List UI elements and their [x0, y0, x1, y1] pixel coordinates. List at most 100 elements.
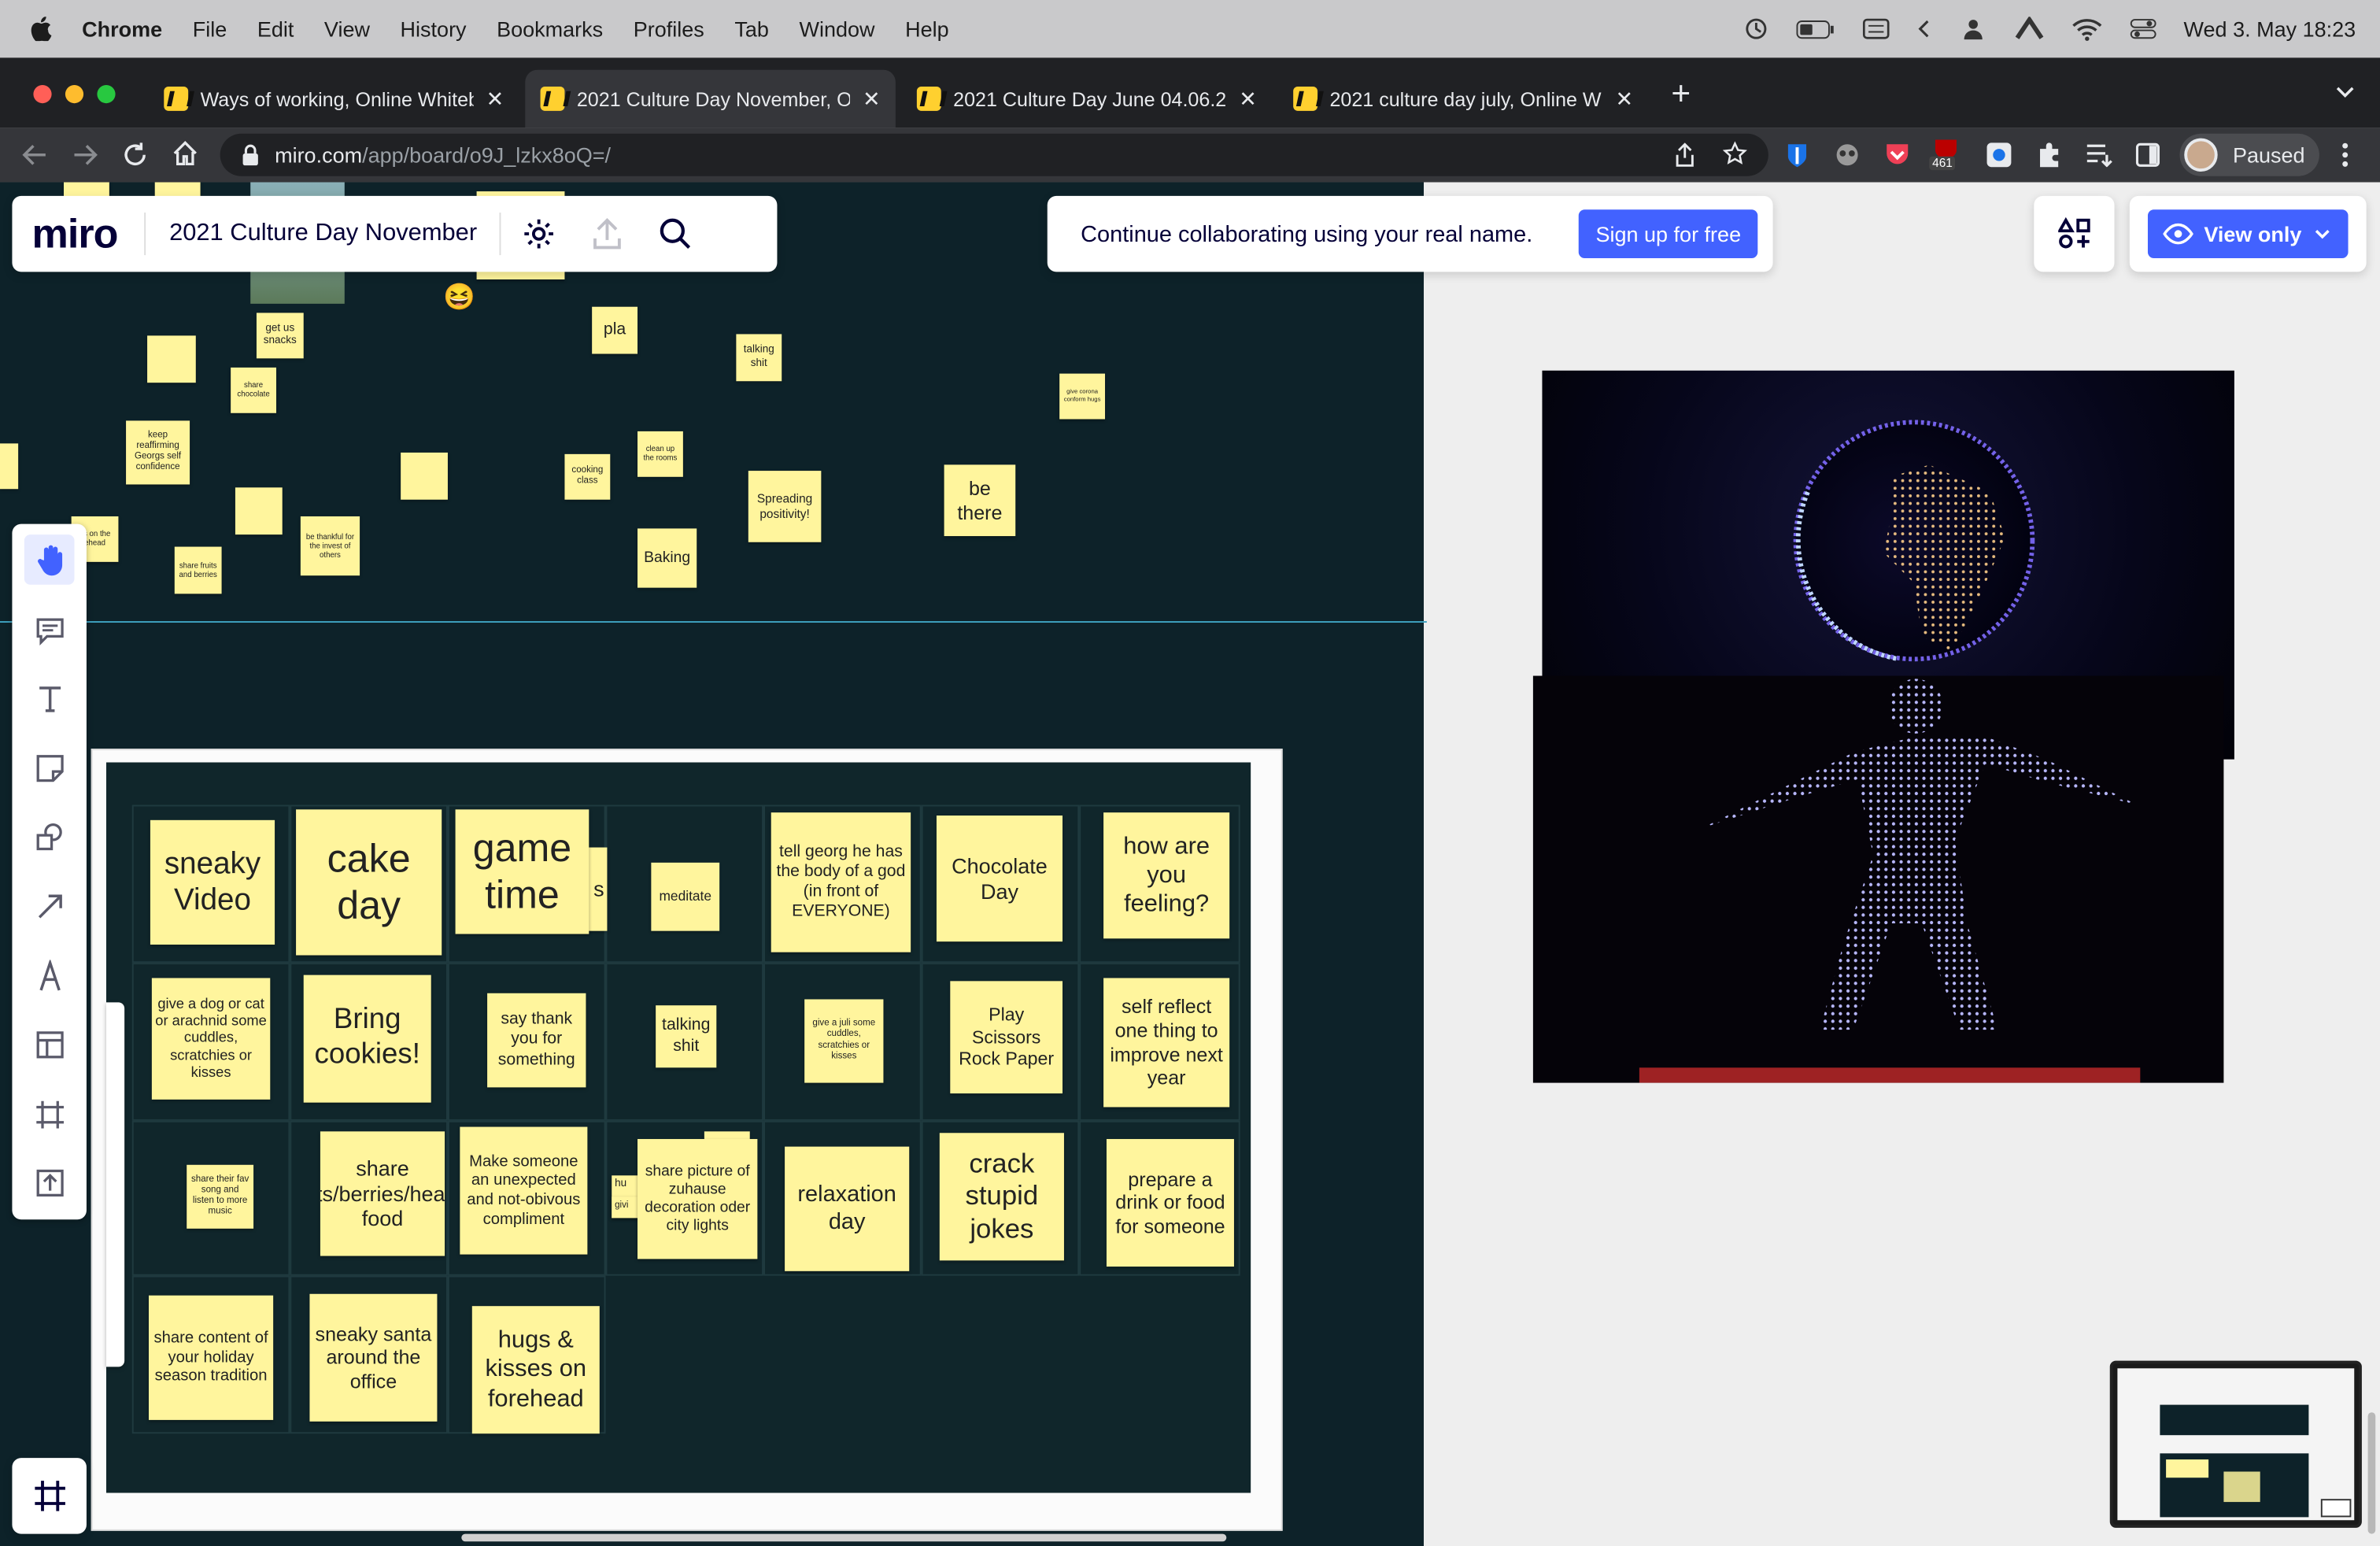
reading-list-icon[interactable] [2086, 142, 2113, 168]
search-icon[interactable] [660, 217, 693, 250]
sticky-note-partial[interactable]: givi [612, 1196, 639, 1219]
sticky-note[interactable]: talking shit [736, 334, 782, 382]
extensions-puzzle-icon[interactable] [2035, 141, 2063, 168]
menu-profiles[interactable]: Profiles [634, 17, 704, 41]
sticky-note[interactable]: pla [592, 306, 638, 354]
side-panel-icon[interactable] [2135, 142, 2160, 167]
sticky-note[interactable]: Spreading positivity! [748, 471, 822, 542]
frames-button[interactable] [12, 1458, 87, 1534]
menu-view[interactable]: View [324, 17, 370, 41]
view-only-button[interactable]: View only [2147, 209, 2349, 258]
sticky-note[interactable]: game time [455, 809, 589, 934]
sticky-note[interactable]: give corona conform hugs [1059, 373, 1106, 420]
sticky-note[interactable]: share picture of zuhause decoration oder… [638, 1138, 758, 1259]
hand-tool-button[interactable] [24, 534, 75, 585]
battery-icon[interactable] [1795, 19, 1835, 39]
tab-close-icon[interactable]: ✕ [863, 86, 881, 112]
bookmark-star-icon[interactable] [1722, 141, 1747, 165]
sticky-note[interactable]: tell georg he has the body of a god (in … [771, 812, 911, 952]
wifi-icon[interactable] [2071, 17, 2102, 40]
sticky-note[interactable]: Bring cookies! [303, 975, 431, 1103]
sticky-note[interactable]: say thank you for something [487, 993, 586, 1088]
sticky-note[interactable]: give a dog or cat or arachnid some cuddl… [151, 978, 271, 1100]
home-icon[interactable] [172, 139, 199, 167]
menu-bookmarks[interactable]: Bookmarks [497, 17, 603, 41]
keyboard-icon[interactable] [1862, 18, 1890, 39]
fan-icon[interactable] [1959, 17, 1986, 41]
sticky-note[interactable]: Make someone an unexpected and not-obivo… [460, 1126, 588, 1255]
tab-close-icon[interactable]: ✕ [1239, 86, 1257, 112]
sticky-note[interactable] [401, 452, 448, 500]
forward-arrow-icon[interactable] [72, 141, 99, 168]
sticky-note[interactable]: cooking class [564, 453, 611, 500]
horizontal-scrollbar[interactable] [461, 1533, 1227, 1542]
minimize-window-button[interactable] [65, 85, 84, 104]
collapsed-side-panel[interactable] [106, 1002, 125, 1367]
sticky-note[interactable]: Baking [638, 528, 697, 588]
profile-button[interactable]: Paused [2179, 133, 2319, 176]
tab-close-icon[interactable]: ✕ [1616, 86, 1634, 112]
tab-culture-day-july[interactable]: 2021 culture day july, Online W ✕ [1278, 70, 1649, 128]
more-vertical-icon[interactable] [2341, 141, 2350, 168]
sticky-note[interactable]: prepare a drink or food for someone [1106, 1138, 1234, 1267]
tab-close-icon[interactable]: ✕ [486, 86, 504, 112]
sticky-note[interactable]: get us snacks [256, 313, 304, 359]
address-bar[interactable]: miro.com/app/board/o9J_lzkx8oQ=/ [220, 133, 1768, 176]
sticky-note[interactable]: be there [944, 464, 1016, 537]
sticky-note[interactable] [147, 335, 196, 383]
sticky-note[interactable]: relaxation day [785, 1146, 910, 1271]
sticky-note[interactable]: Chocolate Day [936, 816, 1063, 942]
apps-button[interactable] [2034, 195, 2115, 272]
laughing-emoji[interactable]: 😆 [443, 283, 475, 313]
sticky-note[interactable]: self reflect one thing to improve next y… [1103, 978, 1230, 1108]
ublock-extension-icon[interactable]: 461 [1929, 139, 1963, 175]
screenshot-extension-icon[interactable] [1986, 141, 2013, 168]
sticky-note[interactable]: sneaky Video [150, 819, 275, 945]
new-tab-plus-icon[interactable]: + [1671, 76, 1691, 110]
sticky-note[interactable]: share fruits/berries/healthy food [320, 1131, 445, 1256]
sticky-note[interactable]: share content of your holiday season tra… [149, 1295, 274, 1420]
sticky-note[interactable]: crack stupid jokes [939, 1133, 1064, 1261]
control-center-icon[interactable] [2129, 18, 2156, 39]
sticky-note[interactable]: cake day [296, 809, 442, 956]
sticky-note[interactable]: share their fav song and listen to more … [187, 1164, 254, 1229]
menu-tab[interactable]: Tab [734, 17, 769, 41]
back-arrow-icon[interactable] [21, 141, 49, 168]
comment-tool-button[interactable] [24, 605, 75, 655]
menu-history[interactable]: History [401, 17, 467, 41]
sticky-note[interactable]: hugs & kisses on forehead [471, 1306, 600, 1434]
board-title[interactable]: 2021 Culture Day November [169, 220, 477, 248]
menu-edit[interactable]: Edit [257, 17, 294, 41]
time-machine-icon[interactable] [1743, 17, 1768, 41]
menu-window[interactable]: Window [799, 17, 874, 41]
sign-up-button[interactable]: Sign up for free [1579, 209, 1758, 258]
sticky-note[interactable] [235, 487, 283, 535]
sticky-note[interactable]: Play Scissors Rock Paper [950, 981, 1063, 1094]
menu-help[interactable]: Help [905, 17, 949, 41]
sticky-note[interactable]: sneaky santa around the office [309, 1293, 438, 1422]
chevron-left-icon[interactable] [1916, 18, 1931, 39]
share-icon[interactable] [1674, 142, 1695, 167]
connector-tool-button[interactable] [24, 881, 75, 931]
sticky-note[interactable]: talking shit [656, 1005, 717, 1068]
menubar-clock[interactable]: Wed 3. May 18:23 [2184, 17, 2356, 41]
drone-human-figure-image[interactable] [1532, 675, 2224, 1083]
bitwarden-extension-icon[interactable] [1785, 141, 1809, 168]
zoom-window-button[interactable] [97, 85, 116, 104]
pocket-extension-icon[interactable] [1883, 141, 1911, 167]
frame-templates-button[interactable] [24, 1019, 75, 1070]
arc-icon[interactable] [2014, 17, 2045, 41]
apple-icon[interactable] [31, 17, 52, 42]
upload-icon[interactable] [593, 217, 623, 250]
text-tool-button[interactable] [24, 673, 75, 723]
miro-logo[interactable]: miro [32, 210, 119, 257]
reload-icon[interactable] [121, 141, 149, 168]
tab-ways-of-working[interactable]: Ways of working, Online Whiteb ✕ [149, 70, 519, 128]
sticky-note[interactable]: give a juli some cuddles, scratchies or … [804, 999, 884, 1083]
mask-extension-icon[interactable] [1834, 141, 1861, 168]
tab-search-chevron-icon[interactable] [2334, 85, 2356, 100]
minimap[interactable] [2109, 1360, 2362, 1528]
sticky-note-tool-button[interactable] [24, 742, 75, 793]
lock-icon[interactable] [242, 144, 260, 166]
close-window-button[interactable] [33, 85, 52, 104]
